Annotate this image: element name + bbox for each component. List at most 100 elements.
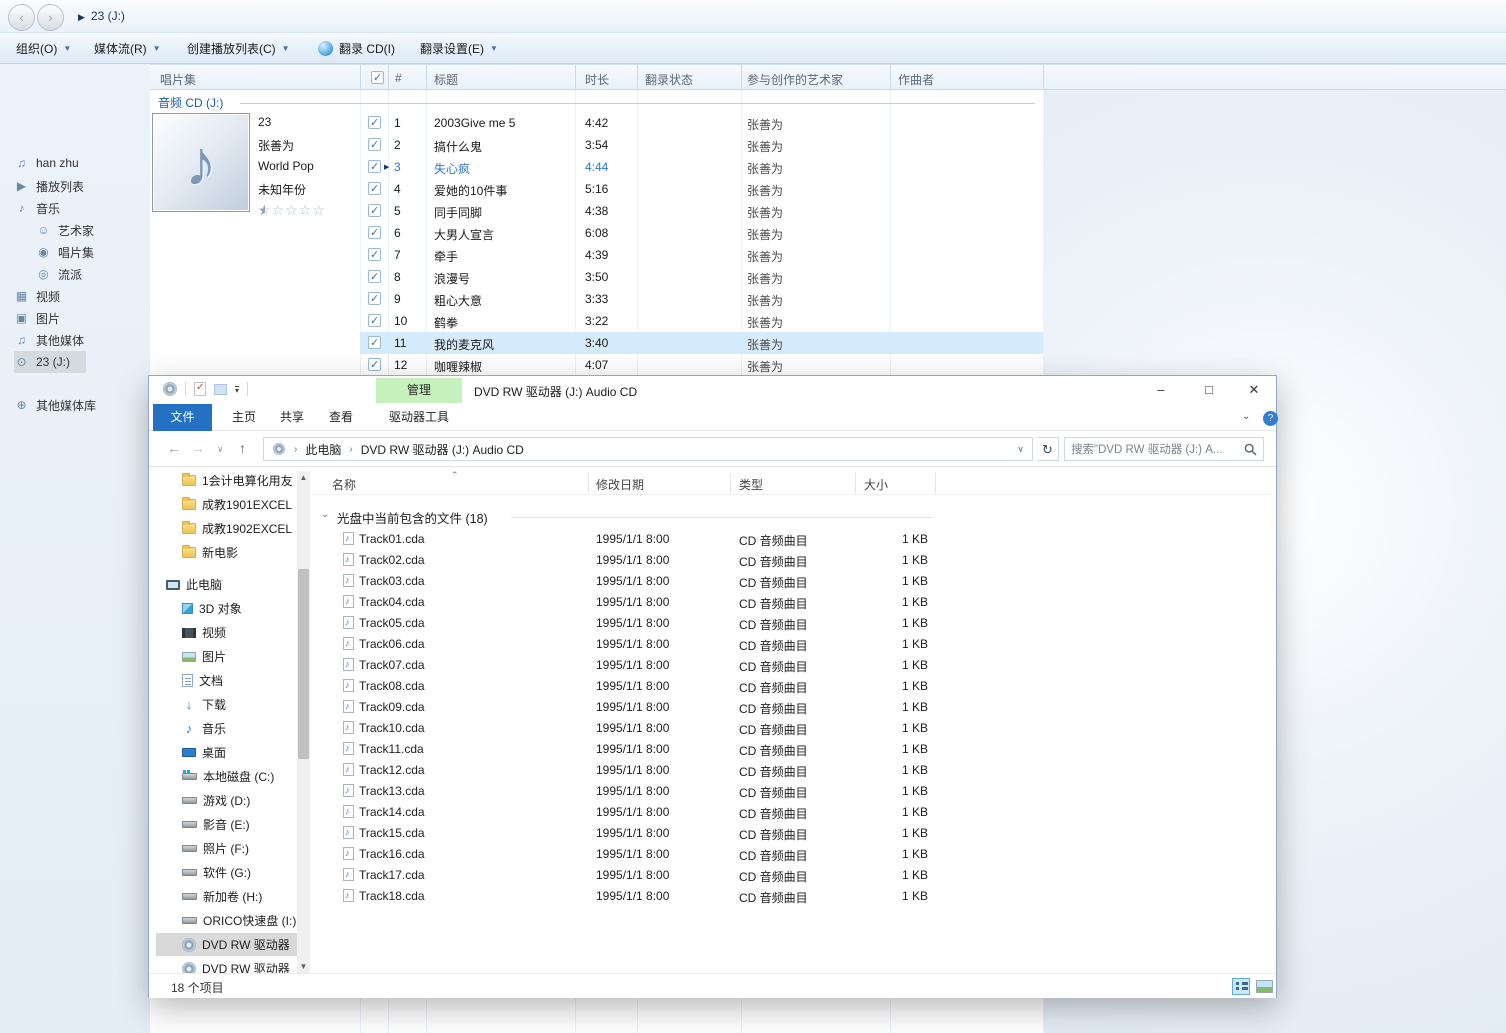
file-row[interactable]: Track12.cda1995/1/1 8:00CD 音频曲目1 KB: [313, 760, 1253, 781]
track-row[interactable]: 6大男人宣言6:08张善为: [360, 222, 1043, 244]
tab-主页[interactable]: 主页: [224, 404, 264, 431]
tab-查看[interactable]: 查看: [322, 404, 360, 431]
tree-item-成教1901EXCEL[interactable]: 成教1901EXCEL: [156, 493, 297, 516]
track-row[interactable]: 12003Give me 54:42张善为: [360, 112, 1043, 134]
tree-item-影音 (E:)[interactable]: 影音 (E:): [156, 813, 297, 836]
sidebar-item-han zhu[interactable]: ♫han zhu: [14, 152, 124, 174]
search-icon[interactable]: [1244, 443, 1257, 456]
tree-item-此电脑[interactable]: 此电脑: [156, 573, 297, 596]
properties-icon[interactable]: [194, 382, 206, 396]
tree-item-下载[interactable]: ↓下载: [156, 693, 297, 716]
track-checkbox[interactable]: [368, 116, 381, 129]
sidebar-item-流派[interactable]: ◎流派: [36, 263, 146, 285]
tree-item-DVD RW 驱动器[interactable]: DVD RW 驱动器: [156, 933, 297, 956]
sidebar-item-其他媒体[interactable]: ♫其他媒体: [14, 329, 124, 351]
track-row[interactable]: 7牵手4:39张善为: [360, 244, 1043, 266]
tree-item-文档[interactable]: 文档: [156, 669, 297, 692]
collapse-group-icon[interactable]: ⌄: [321, 509, 329, 520]
file-row[interactable]: Track07.cda1995/1/1 8:00CD 音频曲目1 KB: [313, 655, 1253, 676]
select-all-checkbox[interactable]: [371, 71, 384, 84]
track-row[interactable]: 5同手同脚4:38张善为: [360, 200, 1043, 222]
file-row[interactable]: Track08.cda1995/1/1 8:00CD 音频曲目1 KB: [313, 676, 1253, 697]
track-checkbox[interactable]: [368, 270, 381, 283]
sidebar-item-播放列表[interactable]: ▶播放列表: [14, 175, 124, 197]
column-divider[interactable]: [388, 65, 389, 89]
file-row[interactable]: Track02.cda1995/1/1 8:00CD 音频曲目1 KB: [313, 550, 1253, 571]
track-row[interactable]: 11我的麦克风3:40张善为: [360, 332, 1043, 354]
up-icon[interactable]: ↑: [239, 440, 246, 456]
file-row[interactable]: Track06.cda1995/1/1 8:00CD 音频曲目1 KB: [313, 634, 1253, 655]
column-divider[interactable]: [426, 65, 427, 89]
file-row[interactable]: Track13.cda1995/1/1 8:00CD 音频曲目1 KB: [313, 781, 1253, 802]
tab-共享[interactable]: 共享: [272, 404, 312, 431]
column-header-翻录状态[interactable]: 翻录状态: [645, 71, 693, 88]
details-view-button[interactable]: [1232, 978, 1250, 995]
maximize-button[interactable]: □: [1187, 376, 1231, 403]
tree-item-音乐[interactable]: ♪音乐: [156, 717, 297, 740]
column-divider[interactable]: [890, 65, 891, 89]
wmp-menu-1[interactable]: 组织(O)▼: [8, 33, 79, 64]
breadcrumb-this-pc[interactable]: 此电脑: [305, 441, 341, 458]
track-checkbox[interactable]: [368, 292, 381, 305]
close-button[interactable]: ✕: [1232, 376, 1276, 403]
sidebar-item-艺术家[interactable]: ☺艺术家: [36, 219, 146, 241]
tree-item-DVD RW 驱动器[interactable]: DVD RW 驱动器: [156, 957, 297, 973]
track-checkbox[interactable]: [368, 160, 381, 173]
address-dropdown-icon[interactable]: ∨: [1017, 444, 1024, 455]
album-artist[interactable]: 张善为: [258, 137, 294, 154]
tree-item-本地磁盘 (C:)[interactable]: 本地磁盘 (C:): [156, 765, 297, 788]
column-divider[interactable]: [637, 65, 638, 89]
file-row[interactable]: Track14.cda1995/1/1 8:00CD 音频曲目1 KB: [313, 802, 1253, 823]
recent-locations-dropdown-icon[interactable]: ∨: [217, 444, 224, 455]
forward-icon[interactable]: →: [191, 440, 205, 456]
file-column-类型[interactable]: 类型: [739, 476, 763, 493]
track-checkbox[interactable]: [368, 358, 381, 371]
track-row[interactable]: 10鹤拳3:22张善为: [360, 310, 1043, 332]
track-row[interactable]: 8浪漫号3:50张善为: [360, 266, 1043, 288]
collapse-ribbon-icon[interactable]: ⌄: [1242, 411, 1250, 422]
wmp-menu-2[interactable]: 媒体流(R)▼: [86, 33, 169, 64]
track-checkbox[interactable]: [368, 204, 381, 217]
track-checkbox[interactable]: [368, 336, 381, 349]
column-divider[interactable]: [360, 65, 361, 89]
track-checkbox[interactable]: [368, 182, 381, 195]
column-header-作曲者[interactable]: 作曲者: [898, 71, 934, 88]
new-folder-icon[interactable]: [214, 384, 227, 395]
column-divider[interactable]: [588, 473, 589, 493]
track-checkbox[interactable]: [368, 138, 381, 151]
track-row[interactable]: 12咖喱辣椒4:07张善为: [360, 354, 1043, 376]
sidebar-item-视频[interactable]: ▦视频: [14, 285, 124, 307]
tree-scrollbar[interactable]: ▲ ▼: [297, 471, 310, 973]
sidebar-item-其他媒体库[interactable]: ⊕其他媒体库: [14, 394, 124, 416]
column-divider[interactable]: [935, 473, 936, 493]
scroll-up-icon[interactable]: ▲: [297, 473, 310, 482]
wmp-menu-4[interactable]: 翻录 CD(I): [310, 33, 403, 64]
column-divider[interactable]: [1043, 65, 1044, 89]
tab-驱动器工具[interactable]: 驱动器工具: [376, 404, 462, 431]
sidebar-item-音乐[interactable]: ♪音乐: [14, 197, 124, 219]
tree-item-3D 对象[interactable]: 3D 对象: [156, 597, 297, 620]
column-header-#[interactable]: #: [395, 71, 402, 85]
column-header-参与创作的艺术家[interactable]: 参与创作的艺术家: [747, 71, 843, 88]
wmp-back-button[interactable]: ‹: [8, 4, 35, 31]
track-checkbox[interactable]: [368, 314, 381, 327]
tree-item-图片[interactable]: 图片: [156, 645, 297, 668]
track-checkbox[interactable]: [368, 226, 381, 239]
file-row[interactable]: Track03.cda1995/1/1 8:00CD 音频曲目1 KB: [313, 571, 1253, 592]
column-divider[interactable]: [855, 473, 856, 493]
column-header-唱片集[interactable]: 唱片集: [160, 71, 196, 88]
wmp-menu-5[interactable]: 翻录设置(E)▼: [412, 33, 506, 64]
tree-item-新电影[interactable]: 新电影: [156, 541, 297, 564]
album-rating[interactable]: ☆☆☆☆☆ ★: [258, 202, 338, 218]
breadcrumb-drive[interactable]: DVD RW 驱动器 (J:) Audio CD: [361, 441, 524, 458]
wmp-menu-3[interactable]: 创建播放列表(C)▼: [179, 33, 298, 64]
tree-item-游戏 (D:)[interactable]: 游戏 (D:): [156, 789, 297, 812]
sidebar-item-图片[interactable]: ▣图片: [14, 307, 124, 329]
tree-item-桌面[interactable]: 桌面: [156, 741, 297, 764]
help-icon[interactable]: ?: [1263, 411, 1278, 426]
file-row[interactable]: Track01.cda1995/1/1 8:00CD 音频曲目1 KB: [313, 529, 1253, 550]
minimize-button[interactable]: –: [1139, 376, 1183, 403]
tab-文件[interactable]: 文件: [153, 404, 212, 431]
sidebar-item-唱片集[interactable]: ◉唱片集: [36, 241, 146, 263]
column-header-时长[interactable]: 时长: [585, 71, 609, 88]
